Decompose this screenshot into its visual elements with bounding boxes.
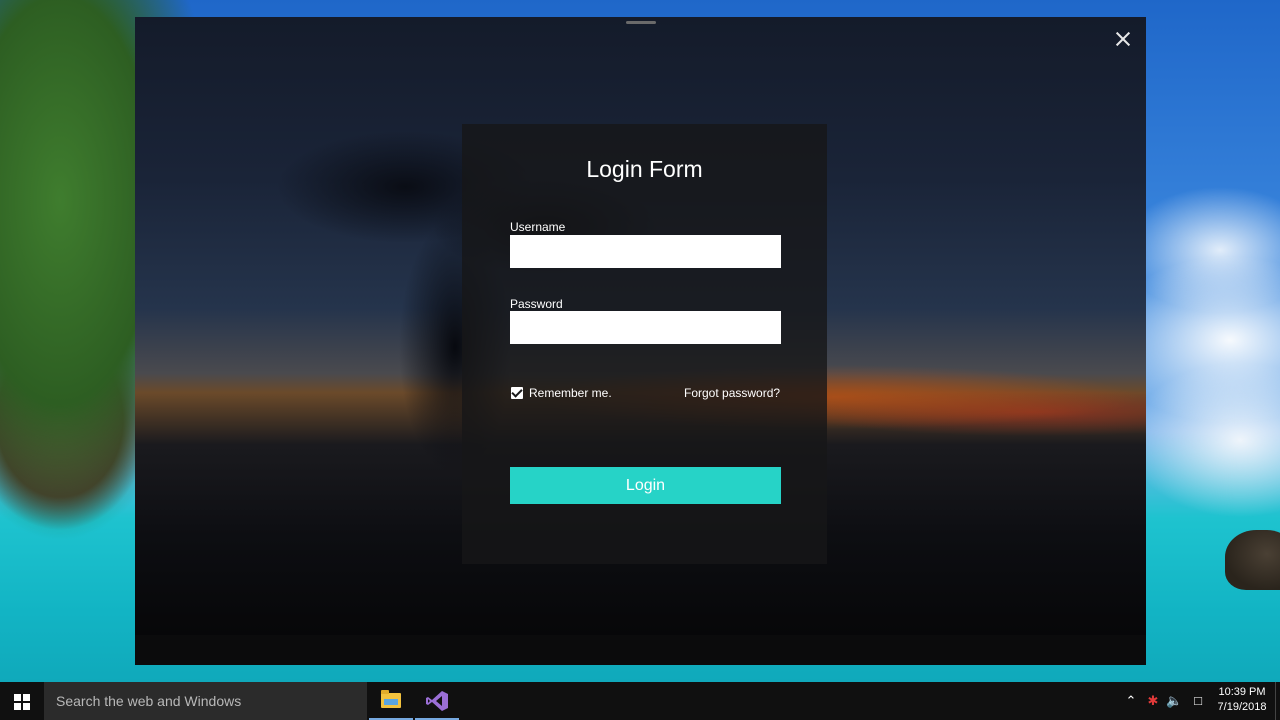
clock-date: 7/19/2018 (1217, 701, 1267, 713)
username-label: Username (510, 220, 566, 234)
window-drag-handle[interactable] (626, 21, 656, 24)
checkbox-checked-icon[interactable] (511, 387, 523, 399)
login-button[interactable]: Login (510, 467, 781, 504)
username-input[interactable] (510, 235, 781, 268)
file-explorer-icon (381, 690, 401, 708)
login-panel: Login Form Username Password Remember me… (462, 124, 827, 564)
taskbar-search-input[interactable]: Search the web and Windows (44, 682, 367, 720)
taskbar-clock[interactable]: 10:39 PM 7/19/2018 (1212, 685, 1272, 715)
remember-me-checkbox[interactable]: Remember me. (511, 386, 612, 400)
form-title: Login Form (586, 156, 703, 182)
wallpaper-rock (1225, 530, 1280, 590)
windows-logo-icon (14, 694, 30, 710)
network-warning-icon[interactable]: ✱ (1145, 693, 1161, 709)
visual-studio-icon (426, 691, 448, 711)
action-center-icon[interactable]: □ (1190, 693, 1206, 709)
clock-time: 10:39 PM (1218, 686, 1266, 698)
taskbar-app-visual-studio[interactable] (415, 682, 459, 720)
login-window: Login Form Username Password Remember me… (135, 17, 1146, 665)
start-button[interactable] (0, 682, 44, 720)
close-button[interactable] (1112, 28, 1134, 50)
window-footer (135, 635, 1146, 665)
password-label: Password (510, 297, 563, 311)
show-desktop-button[interactable] (1275, 682, 1280, 720)
taskbar-app-file-explorer[interactable] (369, 682, 413, 720)
password-input[interactable] (510, 311, 781, 344)
volume-icon[interactable]: 🔈 (1166, 693, 1182, 709)
remember-me-label: Remember me. (529, 386, 612, 400)
taskbar: Search the web and Windows ⌃ ✱ 🔈 □ 10:39… (0, 682, 1280, 720)
forgot-password-link[interactable]: Forgot password? (684, 386, 780, 400)
chevron-up-icon[interactable]: ⌃ (1123, 693, 1139, 709)
